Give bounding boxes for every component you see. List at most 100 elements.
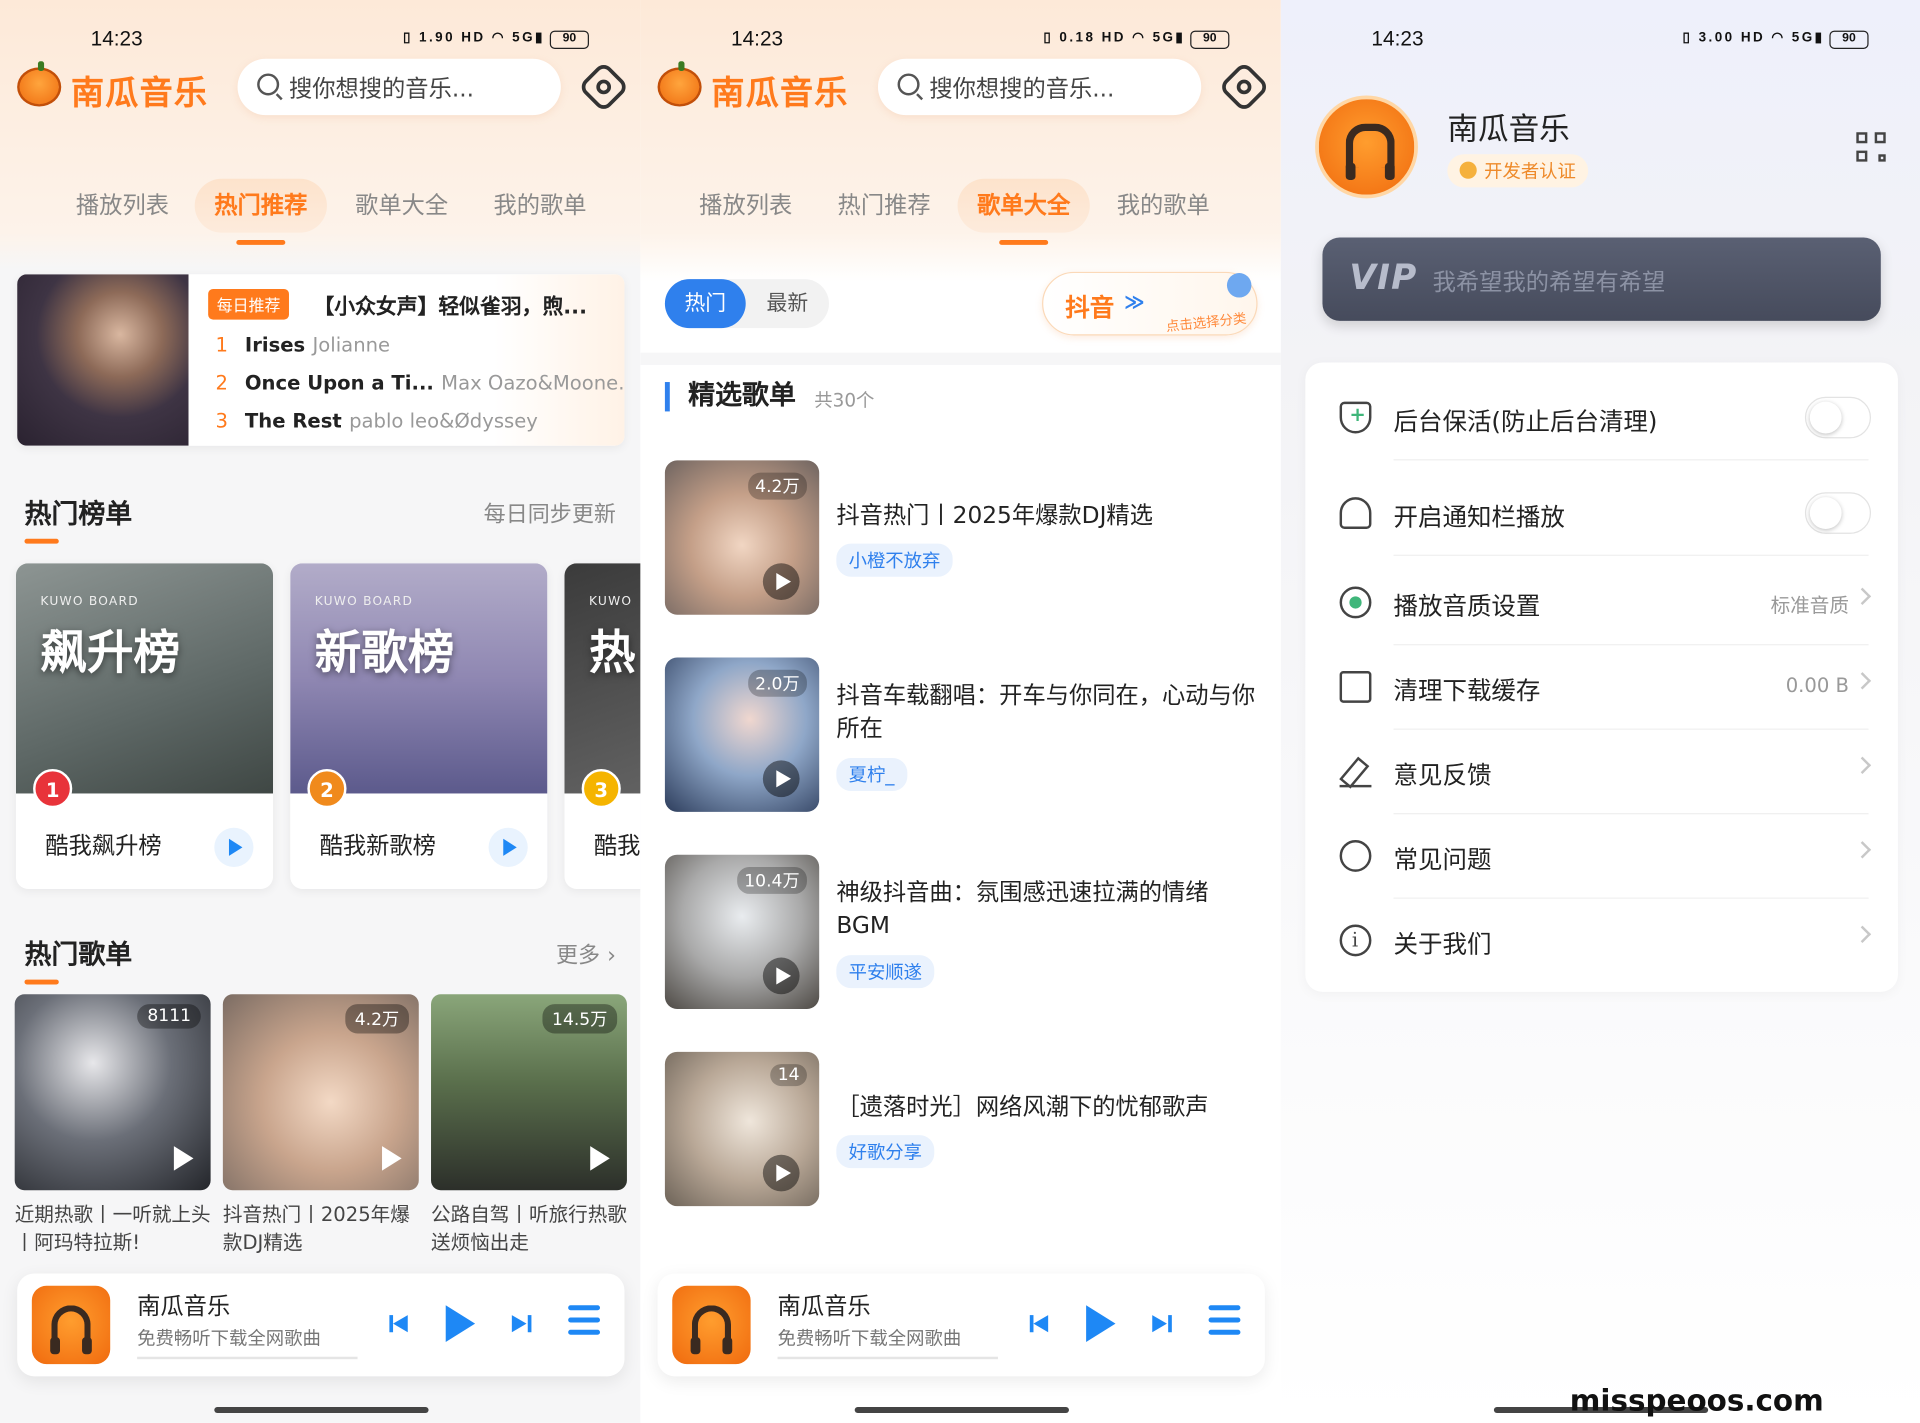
setting-clear-cache[interactable]: 清理下载缓存 0.00 B	[1305, 647, 1898, 730]
avatar[interactable]	[1315, 95, 1418, 199]
section-count: 共30个	[814, 389, 875, 412]
playlist-card[interactable]: 8111 近期热歌丨一听就上头丨阿玛特拉斯!	[14, 994, 211, 1256]
playlist-card[interactable]: 4.2万 抖音热门丨2025年爆款DJ精选	[222, 994, 419, 1256]
mini-player[interactable]: 南瓜音乐 免费畅听下载全网歌曲	[657, 1273, 1265, 1377]
play-icon[interactable]	[590, 1146, 610, 1171]
category-hint: 点击选择分类	[1165, 310, 1248, 335]
setting-keep-alive[interactable]: 后台保活(防止后台清理)	[1305, 377, 1898, 461]
tab-playlist[interactable]: 播放列表	[76, 179, 169, 233]
playlist-author-tag[interactable]: 平安顺遂	[836, 955, 935, 989]
vip-banner[interactable]: VIP 我希望我的希望有希望	[1322, 237, 1881, 321]
playlist-card[interactable]: 14.5万 公路自驾丨听旅行热歌送烦恼出走	[431, 994, 627, 1256]
rank-badge: 3	[581, 768, 621, 809]
playlist-row[interactable]: 4.2万 抖音热门丨2025年爆款DJ精选 小橙不放弃	[664, 460, 1265, 615]
previous-icon[interactable]	[1029, 1315, 1050, 1333]
chart-card[interactable]: KUWO 热 3 酷我	[564, 563, 641, 889]
setting-value: 标准音质	[1770, 593, 1849, 618]
setting-label: 后台保活(防止后台清理)	[1393, 406, 1658, 436]
chevron-down-icon: ≫	[1124, 290, 1145, 314]
play-icon[interactable]	[762, 563, 800, 601]
chevron-right-icon	[1853, 587, 1872, 605]
chart-name: 酷我新歌榜	[319, 832, 436, 860]
play-icon[interactable]	[488, 827, 528, 867]
battery-icon: 90	[1829, 30, 1869, 49]
progress-bar[interactable]	[137, 1356, 358, 1360]
chart-card[interactable]: KUWO BOARD 飙升榜 1 酷我飙升榜	[15, 563, 274, 889]
app-brand: 南瓜音乐	[71, 74, 209, 113]
category-label: 抖音	[1065, 292, 1115, 323]
daily-title: 【小众女声】轻似雀羽，煦...	[313, 295, 587, 320]
play-icon[interactable]	[445, 1305, 476, 1343]
setting-value: 0.00 B	[1785, 673, 1849, 697]
settings-card: 后台保活(防止后台清理) 开启通知栏播放 播放音质设置 标准音质 清理下载缓存 …	[1305, 362, 1898, 992]
play-icon[interactable]	[173, 1146, 194, 1171]
play-icon[interactable]	[762, 760, 800, 798]
play-count: 10.4万	[736, 866, 807, 894]
status-icons: ▯ 3.00 HD ◠ 5G▮ 90	[1683, 29, 1869, 49]
search-input[interactable]: 搜你想搜的音乐...	[237, 58, 561, 116]
keep-alive-toggle[interactable]	[1804, 396, 1872, 439]
tab-all-lists[interactable]: 歌单大全	[957, 178, 1090, 245]
chart-card[interactable]: KUWO BOARD 新歌榜 2 酷我新歌榜	[290, 563, 548, 889]
daily-song[interactable]: 1 Irises Jolianne	[216, 333, 391, 356]
status-icons: ▯ 0.18 HD ◠ 5G▮ 90	[1043, 29, 1230, 49]
progress-bar[interactable]	[777, 1356, 998, 1360]
play-icon[interactable]	[214, 827, 254, 867]
qr-code-icon[interactable]	[1856, 132, 1886, 162]
play-icon[interactable]	[762, 1154, 800, 1192]
play-icon[interactable]	[762, 957, 800, 995]
chevron-right-icon	[1853, 672, 1872, 690]
sort-new-button[interactable]: 最新	[746, 279, 829, 328]
tab-all-lists[interactable]: 歌单大全	[355, 179, 448, 233]
settings-icon[interactable]	[1218, 60, 1271, 113]
setting-about[interactable]: 关于我们	[1305, 900, 1898, 983]
play-icon[interactable]	[382, 1146, 402, 1171]
notification-toggle[interactable]	[1804, 492, 1872, 534]
tab-my-lists[interactable]: 我的歌单	[493, 179, 586, 233]
next-icon[interactable]	[511, 1315, 532, 1333]
playlist-cover: 4.2万	[664, 460, 820, 615]
setting-feedback[interactable]: 意见反馈	[1305, 731, 1898, 815]
daily-song[interactable]: 3 The Rest pablo leo&Ødyssey	[216, 409, 538, 432]
watermark: misspeoos.com	[1569, 1383, 1824, 1418]
rank-badge: 1	[33, 768, 73, 809]
mini-player[interactable]: 南瓜音乐 免费畅听下载全网歌曲	[17, 1273, 625, 1377]
playlist-name: ［遗落时光］网络风潮下的忧郁歌声	[836, 1093, 1209, 1121]
daily-badge: 每日推荐	[208, 288, 289, 320]
song-artist: Max Oazo&Moone...	[441, 371, 625, 395]
settings-icon[interactable]	[577, 60, 630, 113]
tab-playlist[interactable]: 播放列表	[699, 179, 792, 233]
category-selector[interactable]: 抖音 ≫ 点击选择分类	[1042, 271, 1258, 336]
song-number: 3	[215, 408, 228, 433]
playlist-row[interactable]: 14 ［遗落时光］网络风潮下的忧郁歌声 好歌分享	[664, 1051, 1265, 1207]
sort-toggle: 热门 最新	[664, 279, 829, 329]
setting-notification[interactable]: 开启通知栏播放	[1305, 473, 1898, 556]
song-artist: pablo leo&Ødyssey	[349, 408, 538, 433]
sort-hot-button[interactable]: 热门	[664, 279, 746, 329]
playlist-icon[interactable]	[568, 1305, 601, 1339]
playlist-icon[interactable]	[1208, 1305, 1241, 1339]
tab-my-lists[interactable]: 我的歌单	[1117, 179, 1210, 233]
tab-hot[interactable]: 热门推荐	[838, 179, 931, 233]
playlist-row[interactable]: 10.4万 神级抖音曲：氛围感迅速拉满的情绪BGM 平安顺遂	[664, 854, 1265, 1009]
previous-icon[interactable]	[389, 1315, 409, 1333]
setting-faq[interactable]: 常见问题	[1305, 816, 1898, 899]
daily-song[interactable]: 2 Once Upon a Ti... Max Oazo&Moone...	[216, 371, 625, 394]
playlist-author-tag[interactable]: 夏柠_	[836, 757, 907, 792]
play-icon[interactable]	[1086, 1305, 1116, 1343]
playlist-cover: 8111	[14, 994, 211, 1191]
search-input[interactable]: 搜你想搜的音乐...	[877, 58, 1202, 116]
more-link[interactable]: 更多 ›	[556, 938, 616, 970]
bell-icon	[1339, 497, 1372, 529]
playlist-author-tag[interactable]: 小橙不放弃	[836, 543, 953, 577]
next-icon[interactable]	[1152, 1315, 1172, 1333]
chart-cover: KUWO BOARD 飙升榜	[15, 563, 274, 794]
daily-recommend-card[interactable]: 每日推荐 【小众女声】轻似雀羽，煦... 1 Irises Jolianne 2 On…	[17, 274, 625, 446]
playlist-caption: 公路自驾丨听旅行热歌送烦恼出走	[431, 1202, 627, 1254]
battery-icon: 90	[1190, 30, 1230, 49]
setting-quality[interactable]: 播放音质设置 标准音质	[1305, 562, 1898, 646]
playlist-author-tag[interactable]: 好歌分享	[836, 1135, 935, 1169]
playlist-row[interactable]: 2.0万 抖音车载翻唱：开车与你同在，心动与你所在 夏柠_	[664, 657, 1265, 812]
playlist-caption: 近期热歌丨一听就上头丨阿玛特拉斯!	[14, 1202, 211, 1254]
tab-hot[interactable]: 热门推荐	[194, 178, 327, 245]
